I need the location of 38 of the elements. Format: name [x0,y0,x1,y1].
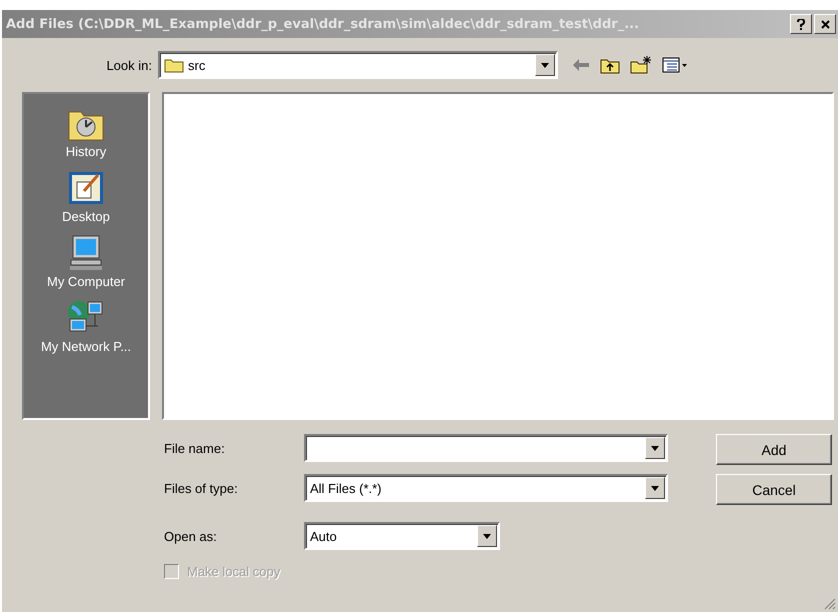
help-button[interactable] [790,14,812,34]
resize-grip-icon[interactable] [824,598,836,610]
open-as-dropdown[interactable]: Auto [304,522,500,550]
close-icon [820,20,830,28]
look-in-dropdown[interactable]: src [158,51,558,79]
open-as-value: Auto [310,528,338,544]
dropdown-button[interactable] [535,54,555,76]
dropdown-button[interactable] [645,437,665,459]
dropdown-arrow-icon [541,62,549,68]
field-label: Files of type: [164,480,239,496]
dropdown-arrow-icon [651,446,659,450]
places-item[interactable]: My Network P... [25,297,147,356]
dialog-button[interactable]: Cancel [716,474,832,505]
new-folder-icon [630,56,652,74]
view-menu-icon [662,57,688,73]
question-mark-icon [797,18,805,30]
combo-field[interactable] [304,434,668,462]
open-as-label: Open as: [164,528,218,544]
left-arrow-icon [572,58,590,72]
field-label: File name: [164,440,226,456]
dropdown-arrow-icon [651,486,659,490]
new-folder-button[interactable] [628,54,654,76]
dropdown-arrow-icon [483,534,491,538]
look-in-value: src [188,58,206,72]
combo-field[interactable]: All Files (*.*) [304,474,668,502]
view-menu-button[interactable] [660,55,690,75]
places-item[interactable]: Desktop [25,167,147,226]
places-item[interactable]: History [25,102,147,161]
places-item[interactable]: My Computer [25,232,147,291]
look-in-label: Look in: [105,58,153,72]
window-title: Add Files (C:\DDR_ML_Example\ddr_p_eval\ddr_sdram\sim\aldec\ddr_sdram_test\ddr_... [6,16,640,32]
dropdown-button[interactable] [477,525,497,547]
folder-icon [164,57,184,73]
close-button[interactable] [814,14,836,34]
dialog-button[interactable]: Add [716,434,832,465]
desktop-icon [66,169,106,207]
dropdown-button[interactable] [645,477,665,499]
field-value: All Files (*.*) [310,480,383,496]
